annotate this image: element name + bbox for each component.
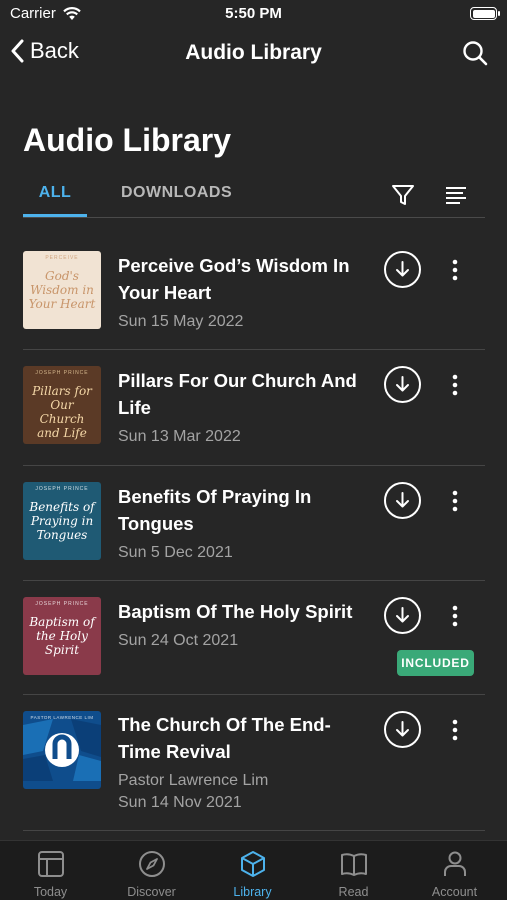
download-icon xyxy=(396,607,409,623)
download-button[interactable] xyxy=(384,482,421,519)
item-title: Perceive God’s Wisdom In Your Heart xyxy=(118,255,350,303)
item-title: The Church Of The End-Time Revival xyxy=(118,714,331,762)
book-icon xyxy=(341,853,367,876)
church-logo-icon xyxy=(23,719,101,781)
tab-label: Discover xyxy=(127,885,176,899)
more-options-icon[interactable] xyxy=(443,486,467,516)
more-options-icon[interactable] xyxy=(443,601,467,631)
item-thumbnail: PASTOR LAWRENCE LIM xyxy=(23,711,101,789)
page-title: Audio Library xyxy=(23,122,232,158)
bottom-tab-bar: Today Discover Library Read Account xyxy=(0,840,507,900)
tab-label: Read xyxy=(338,885,369,899)
download-button[interactable] xyxy=(384,711,421,748)
download-button[interactable] xyxy=(384,366,421,403)
item-title: Pillars For Our Church And Life xyxy=(118,370,357,418)
tab-read[interactable]: Read xyxy=(303,841,404,900)
included-badge: INCLUDED xyxy=(397,650,474,676)
tab-library[interactable]: Library xyxy=(202,841,303,900)
download-button[interactable] xyxy=(384,251,421,288)
item-date: Sun 13 Mar 2022 xyxy=(118,428,241,445)
tab-today[interactable]: Today xyxy=(0,841,101,900)
filter-icon[interactable] xyxy=(390,182,416,208)
tab-account[interactable]: Account xyxy=(404,841,505,900)
download-icon xyxy=(396,261,409,277)
thumbnail-brand: JOSEPH PRINCE xyxy=(35,370,89,376)
compass-icon xyxy=(139,851,165,877)
thumbnail-artwork-text: Baptism of the Holy Spirit xyxy=(29,615,95,657)
tab-label: Today xyxy=(33,885,68,899)
tab-downloads[interactable]: DOWNLOADS xyxy=(121,184,232,202)
item-thumbnail: JOSEPH PRINCE Benefits of Praying in Ton… xyxy=(23,482,101,560)
sort-icon[interactable] xyxy=(443,182,469,208)
today-icon xyxy=(38,851,64,877)
cube-icon xyxy=(241,851,265,877)
item-date: Sun 24 Oct 2021 xyxy=(118,632,239,649)
thumbnail-artwork-text: Pillars for Our Church and Life xyxy=(32,384,92,440)
segment-tabs: ALL DOWNLOADS xyxy=(23,174,485,218)
tab-label: Account xyxy=(431,885,478,899)
status-bar: Carrier 5:50 PM xyxy=(0,0,507,30)
search-icon[interactable] xyxy=(461,39,489,67)
item-date: Sun 5 Dec 2021 xyxy=(118,544,233,561)
item-date: Sun 14 Nov 2021 xyxy=(118,794,242,811)
list-item[interactable]: PASTOR LAWRENCE LIM The Church Of The En… xyxy=(23,695,485,831)
more-options-icon[interactable] xyxy=(443,370,467,400)
list-item[interactable]: PERCEIVE God's Wisdom in Your Heart Perc… xyxy=(23,234,485,350)
item-thumbnail: JOSEPH PRINCE Baptism of the Holy Spirit xyxy=(23,597,101,675)
thumbnail-artwork-text: Benefits of Praying in Tongues xyxy=(29,500,95,542)
battery-icon xyxy=(470,7,500,20)
item-date: Sun 15 May 2022 xyxy=(118,313,244,330)
status-time: 5:50 PM xyxy=(225,5,282,22)
list-item[interactable]: JOSEPH PRINCE Benefits of Praying in Ton… xyxy=(23,466,485,581)
person-icon xyxy=(444,851,466,876)
item-title: Baptism Of The Holy Spirit xyxy=(118,601,353,622)
download-icon xyxy=(396,721,409,737)
download-icon xyxy=(396,376,409,392)
item-speaker: Pastor Lawrence Lim xyxy=(118,772,269,789)
item-thumbnail: JOSEPH PRINCE Pillars for Our Church and… xyxy=(23,366,101,444)
item-thumbnail: PERCEIVE God's Wisdom in Your Heart xyxy=(23,251,101,329)
thumbnail-brand: PERCEIVE xyxy=(45,255,79,261)
tab-discover[interactable]: Discover xyxy=(101,841,202,900)
more-options-icon[interactable] xyxy=(443,255,467,285)
list-item[interactable]: JOSEPH PRINCE Pillars for Our Church and… xyxy=(23,350,485,466)
nav-bar: Back Audio Library xyxy=(0,30,507,76)
item-title: Benefits Of Praying In Tongues xyxy=(118,486,312,534)
nav-title: Audio Library xyxy=(185,41,322,64)
thumbnail-artwork-text: God's Wisdom in Your Heart xyxy=(28,269,96,311)
thumbnail-brand: JOSEPH PRINCE xyxy=(35,601,89,607)
download-icon xyxy=(396,492,409,508)
download-button[interactable] xyxy=(384,597,421,634)
tab-all[interactable]: ALL xyxy=(23,184,87,202)
tab-label: Library xyxy=(233,885,272,899)
more-options-icon[interactable] xyxy=(443,715,467,745)
active-tab-indicator xyxy=(23,214,87,217)
thumbnail-brand: JOSEPH PRINCE xyxy=(35,486,89,492)
list-item[interactable]: JOSEPH PRINCE Baptism of the Holy Spirit… xyxy=(23,581,485,695)
